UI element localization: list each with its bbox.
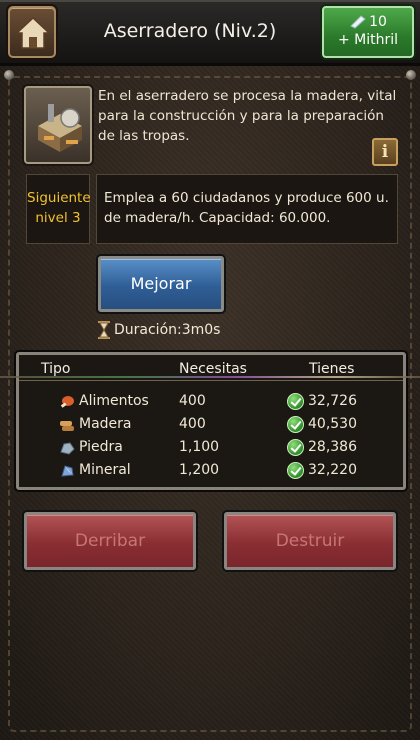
mithril-icon bbox=[350, 15, 366, 29]
divider-line bbox=[0, 376, 420, 378]
sawmill-building-icon bbox=[24, 86, 92, 164]
hourglass-icon bbox=[98, 321, 110, 339]
destroy-button[interactable]: Destruir bbox=[224, 512, 396, 570]
check-icon bbox=[287, 439, 304, 456]
table-row: Madera 400 40,530 bbox=[19, 413, 403, 436]
check-icon bbox=[287, 416, 304, 433]
table-row: Alimentos 400 32,726 bbox=[19, 390, 403, 413]
info-button[interactable]: i bbox=[372, 138, 398, 166]
ore-icon bbox=[61, 464, 74, 477]
table-row: Mineral 1,200 32,220 bbox=[19, 459, 403, 482]
resource-needed: 1,100 bbox=[179, 439, 220, 455]
upgrade-button[interactable]: Mejorar bbox=[98, 256, 224, 312]
resource-owned: 28,386 bbox=[308, 439, 357, 455]
stone-icon bbox=[60, 441, 75, 455]
resource-needed: 1,200 bbox=[179, 462, 220, 478]
page-title: Aserradero (Niv.2) bbox=[103, 20, 277, 42]
resource-name: Piedra bbox=[79, 439, 123, 455]
check-icon bbox=[287, 462, 304, 479]
next-level-label: Siguiente nivel 3 bbox=[26, 174, 91, 244]
resource-needed: 400 bbox=[179, 416, 206, 432]
mithril-amount: 10 bbox=[369, 14, 387, 30]
column-header-have: Tienes bbox=[309, 361, 355, 377]
resource-owned: 32,726 bbox=[308, 393, 357, 409]
next-level-description: Emplea a 60 ciudadanos y produce 600 u. … bbox=[96, 174, 398, 244]
duration-text: Duración:3m0s bbox=[114, 322, 221, 338]
column-header-type: Tipo bbox=[41, 361, 71, 377]
demolish-button[interactable]: Derribar bbox=[24, 512, 196, 570]
wood-icon bbox=[60, 420, 74, 431]
resource-name: Madera bbox=[79, 416, 132, 432]
requirements-table: Tipo Necesitas Tienes Alimentos 400 32,7… bbox=[16, 352, 406, 490]
add-mithril-button[interactable]: 10 + Mithril bbox=[322, 6, 414, 58]
meat-icon bbox=[60, 395, 74, 408]
resource-owned: 40,530 bbox=[308, 416, 357, 432]
upgrade-duration: Duración:3m0s bbox=[98, 320, 220, 340]
resource-owned: 32,220 bbox=[308, 462, 357, 478]
resource-needed: 400 bbox=[179, 393, 206, 409]
column-header-need: Necesitas bbox=[179, 361, 247, 377]
resource-name: Alimentos bbox=[79, 393, 149, 409]
mithril-label: + Mithril bbox=[337, 32, 399, 48]
table-row: Piedra 1,100 28,386 bbox=[19, 436, 403, 459]
top-bar: Aserradero (Niv.2) 10 + Mithril bbox=[0, 0, 420, 66]
check-icon bbox=[287, 393, 304, 410]
building-description: En el aserradero se procesa la madera, v… bbox=[98, 88, 397, 144]
resource-name: Mineral bbox=[79, 462, 131, 478]
home-icon bbox=[15, 16, 51, 49]
home-button[interactable] bbox=[8, 6, 56, 58]
